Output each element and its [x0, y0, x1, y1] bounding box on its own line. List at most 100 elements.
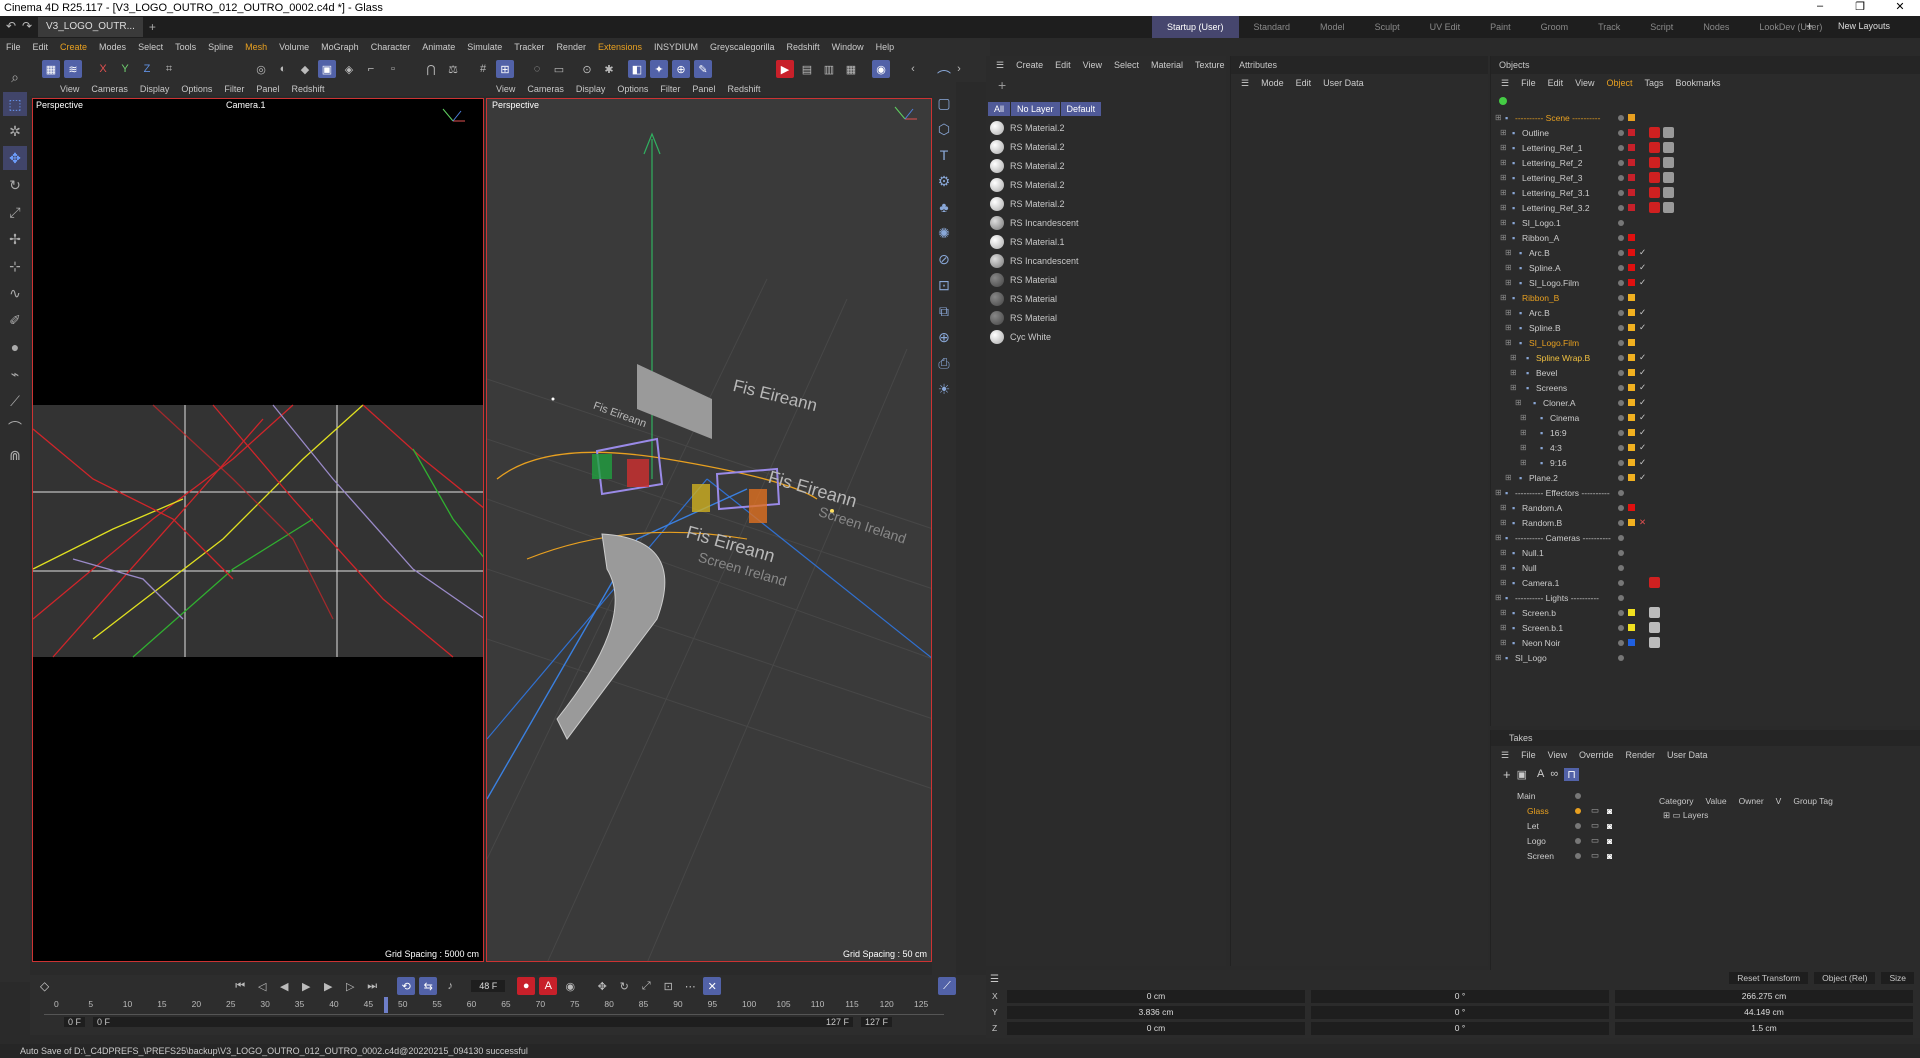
field-icon[interactable]: ⊡: [934, 274, 954, 296]
object-row[interactable]: ⊞ ▪ Plane.2 ✓: [1491, 470, 1920, 485]
next-frame-icon[interactable]: ▶: [319, 977, 337, 995]
key-interp-icon[interactable]: ✕: [703, 977, 722, 995]
material-item[interactable]: RS Material: [986, 308, 1226, 327]
tree-toggle-icon[interactable]: ⊞: [1520, 428, 1527, 437]
maximize-button[interactable]: ❐: [1840, 0, 1880, 13]
material-tag-icon[interactable]: [1649, 187, 1660, 198]
object-row[interactable]: ⊞ ▪ Cloner.A ✓: [1491, 395, 1920, 410]
texture-tag-icon[interactable]: [1663, 187, 1674, 198]
range-icon[interactable]: ⇆: [419, 977, 438, 995]
paint-brush-icon[interactable]: ⌁: [3, 362, 27, 386]
key-param-icon[interactable]: ⊡: [659, 977, 677, 995]
tree-toggle-icon[interactable]: ⊞: [1515, 398, 1522, 407]
check-icon[interactable]: ✓: [1639, 427, 1646, 438]
layer-color-swatch[interactable]: [1628, 159, 1635, 166]
tree-toggle-icon[interactable]: ⊞: [1500, 158, 1507, 167]
take-camera-icon[interactable]: ▭: [1591, 805, 1599, 816]
key-pla-icon[interactable]: ⋯: [681, 977, 699, 995]
tree-toggle-icon[interactable]: ⊞: [1520, 443, 1527, 452]
place-tool-icon[interactable]: ⊹: [3, 254, 27, 278]
coord-size-field[interactable]: 44.149 cm: [1615, 1005, 1913, 1019]
fcurve-icon[interactable]: ⟋: [938, 977, 956, 995]
takes-menu-item[interactable]: File: [1515, 750, 1542, 760]
tree-toggle-icon[interactable]: ⊞: [1500, 188, 1507, 197]
layout-tab[interactable]: Nodes: [1688, 16, 1744, 38]
coord-rot-field[interactable]: 0 °: [1311, 989, 1609, 1003]
hamburger-icon[interactable]: ☰: [1495, 78, 1515, 89]
objects-menu-file[interactable]: File: [1515, 78, 1542, 88]
visibility-dot[interactable]: [1618, 504, 1624, 511]
visibility-dot[interactable]: [1618, 474, 1624, 481]
layout-tab[interactable]: Groom: [1526, 16, 1584, 38]
texture-tag-icon[interactable]: [1663, 157, 1674, 168]
object-row[interactable]: ⊞ ▪ 4:3 ✓: [1491, 440, 1920, 455]
tree-toggle-icon[interactable]: ⊞: [1495, 488, 1502, 497]
check-icon[interactable]: ✓: [1639, 247, 1646, 258]
end-frame-field[interactable]: 127 F: [861, 1017, 893, 1027]
layout-tab[interactable]: Script: [1635, 16, 1688, 38]
layer-color-swatch[interactable]: [1628, 264, 1635, 271]
hamburger-icon[interactable]: ☰: [990, 60, 1010, 71]
environment-icon[interactable]: ⊕: [934, 326, 954, 348]
viewport-menu-cameras[interactable]: Cameras: [521, 84, 570, 94]
tree-toggle-icon[interactable]: ⊞: [1500, 608, 1507, 617]
tree-toggle-icon[interactable]: ⊞: [1510, 368, 1517, 377]
viewport-menu-cameras[interactable]: Cameras: [85, 84, 134, 94]
current-frame-field[interactable]: 48 F: [471, 980, 506, 992]
tree-toggle-icon[interactable]: ⊞: [1500, 548, 1507, 557]
tree-toggle-icon[interactable]: ⊞: [1495, 653, 1502, 662]
objects-menu-bookmarks[interactable]: Bookmarks: [1670, 78, 1727, 88]
visibility-dot[interactable]: [1618, 489, 1624, 496]
visibility-dot[interactable]: [1618, 654, 1624, 661]
object-row[interactable]: ⊞ ▪ SI_Logo.Film ✓: [1491, 275, 1920, 290]
layout-tab[interactable]: LookDev (User): [1744, 16, 1837, 38]
object-row[interactable]: ⊞ ▪ Spline.B ✓: [1491, 320, 1920, 335]
visibility-dot[interactable]: [1618, 309, 1624, 316]
object-row[interactable]: ⊞ ▪ Outline: [1491, 125, 1920, 140]
material-menu-material[interactable]: Material: [1145, 60, 1189, 70]
coord-rot-field[interactable]: 0 °: [1311, 1021, 1609, 1035]
z-axis-lock-icon[interactable]: Z: [138, 60, 156, 78]
y-axis-lock-icon[interactable]: Y: [116, 60, 134, 78]
coord-pos-field[interactable]: 0 cm: [1007, 989, 1305, 1003]
start-frame-field[interactable]: 0 F: [64, 1017, 86, 1027]
takes-column-header[interactable]: V: [1776, 796, 1782, 806]
magnet-icon[interactable]: ⋂: [422, 60, 440, 78]
layer-color-swatch[interactable]: [1628, 279, 1635, 286]
layout-tab[interactable]: UV Edit: [1415, 16, 1476, 38]
visibility-dot[interactable]: [1618, 414, 1624, 421]
material-item[interactable]: RS Material: [986, 289, 1226, 308]
objects-menu-view[interactable]: View: [1569, 78, 1600, 88]
workplane-icon[interactable]: ◌: [528, 60, 546, 78]
cloner-icon[interactable]: ♣: [934, 196, 954, 218]
tree-toggle-icon[interactable]: ⊞: [1500, 218, 1507, 227]
symmetry-icon[interactable]: ⚖: [444, 60, 462, 78]
coord-mode-button[interactable]: Object (Rel): [1814, 972, 1876, 984]
viewport-menu-options[interactable]: Options: [175, 84, 218, 94]
visibility-dot[interactable]: [1618, 294, 1624, 301]
tree-toggle-icon[interactable]: ⊞: [1495, 593, 1502, 602]
playhead[interactable]: [384, 997, 389, 1013]
deformer-mode-icon[interactable]: ◧: [628, 60, 646, 78]
layer-color-swatch[interactable]: [1628, 204, 1635, 211]
visibility-dot[interactable]: [1618, 204, 1624, 211]
material-tag-icon[interactable]: [1649, 157, 1660, 168]
next-key-icon[interactable]: ▷: [341, 977, 359, 995]
box-icon[interactable]: ⬡: [934, 118, 954, 140]
layout-tab[interactable]: Startup (User): [1152, 16, 1239, 38]
takes-column-header[interactable]: Group Tag: [1793, 796, 1833, 806]
add-take-icon[interactable]: +: [1503, 767, 1511, 782]
layer-color-swatch[interactable]: [1628, 414, 1635, 421]
deformer-icon[interactable]: ⊘: [934, 248, 954, 270]
sketch-tool-icon[interactable]: ✐: [3, 308, 27, 332]
scene-icon[interactable]: ⧉: [934, 300, 954, 322]
left-viewport[interactable]: Perspective Camera.1 Grid Spacing : 5000…: [32, 98, 484, 962]
add-layout-icon[interactable]: +: [1806, 19, 1813, 33]
lock-workplane-icon[interactable]: ▭: [550, 60, 568, 78]
takes-menu-item[interactable]: Render: [1619, 750, 1661, 760]
layer-color-swatch[interactable]: [1628, 234, 1635, 241]
render-queue-icon[interactable]: ▦: [842, 60, 860, 78]
viewport-menu-panel[interactable]: Panel: [250, 84, 285, 94]
visibility-dot[interactable]: [1618, 129, 1624, 136]
coord-size-field[interactable]: 266.275 cm: [1615, 989, 1913, 1003]
